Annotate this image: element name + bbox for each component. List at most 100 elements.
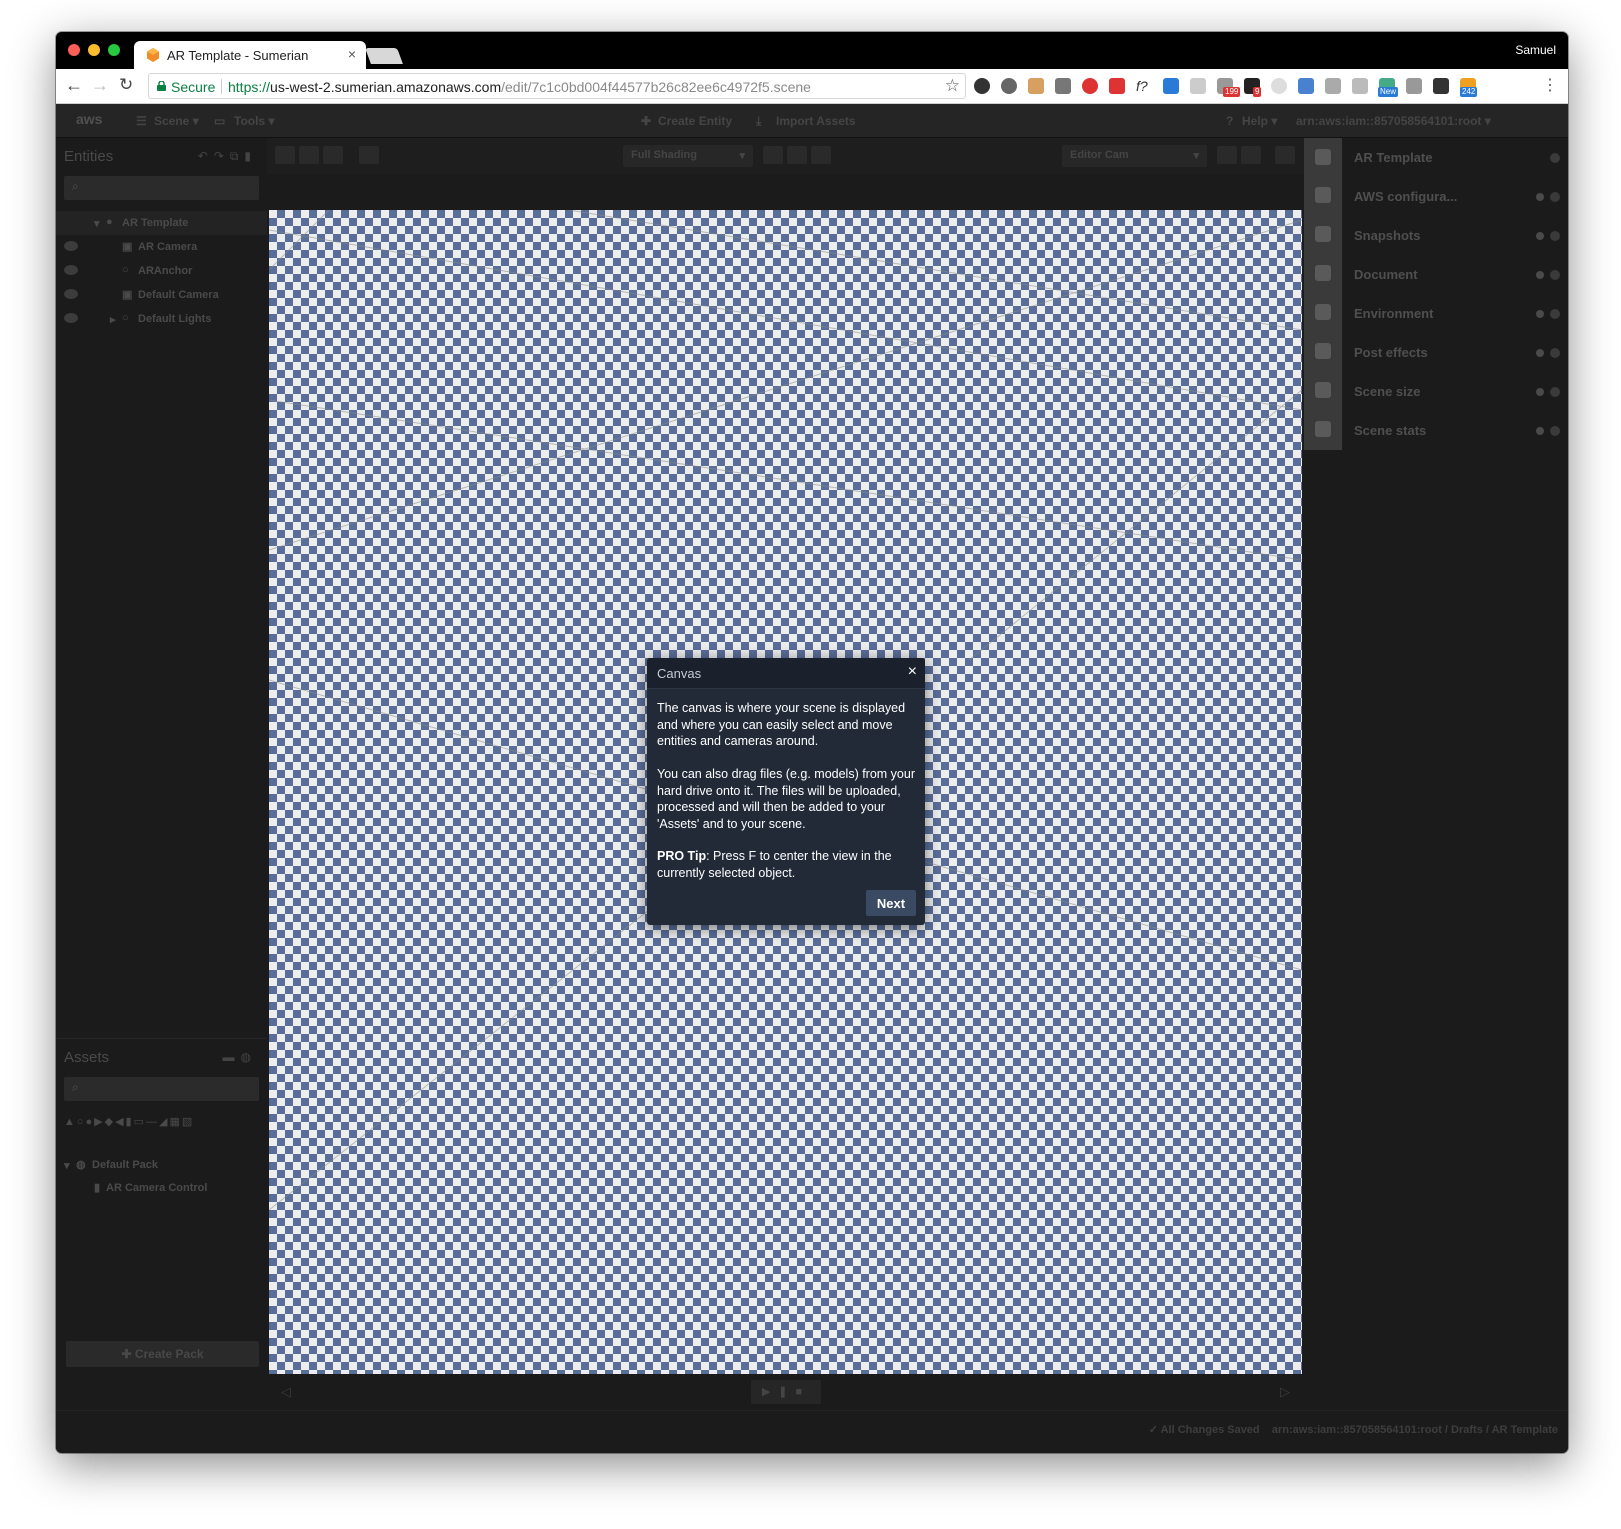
extension-icon[interactable] — [1271, 78, 1287, 94]
extension-icon[interactable] — [1082, 78, 1098, 94]
next-button[interactable]: Next — [866, 890, 916, 916]
extension-icon[interactable] — [1325, 78, 1341, 94]
visibility-eye-icon[interactable] — [64, 289, 78, 299]
tree-item-default-camera[interactable]: ▣ Default Camera — [56, 283, 267, 307]
help-icon[interactable] — [1550, 387, 1560, 397]
visibility-eye-icon[interactable] — [64, 241, 78, 251]
wireframe-button[interactable] — [811, 146, 831, 164]
extension-icon[interactable] — [1163, 78, 1179, 94]
collapse-right-icon[interactable]: ▷ — [1280, 1384, 1290, 1400]
help-menu[interactable]: Help ▾ — [1242, 114, 1277, 128]
new-tab-button[interactable] — [365, 48, 403, 64]
extension-icon[interactable] — [1109, 78, 1125, 94]
toggle-icon[interactable] — [1536, 232, 1544, 240]
close-window-button[interactable] — [68, 44, 80, 56]
toggle-icon[interactable] — [1536, 427, 1544, 435]
scene-menu[interactable]: Scene ▾ — [154, 114, 199, 128]
browser-menu-icon[interactable]: ⋮ — [1542, 75, 1558, 95]
asset-actions-icon[interactable]: ▬◍ — [223, 1050, 257, 1064]
inspector-item[interactable]: AR Template — [1342, 138, 1568, 176]
grid-toggle-button[interactable] — [787, 146, 807, 164]
help-icon[interactable] — [1550, 426, 1560, 436]
account-menu[interactable]: arn:aws:iam::857058564101:root ▾ — [1296, 114, 1491, 128]
extension-icon[interactable] — [1055, 78, 1071, 94]
tools-icon[interactable]: ▭ — [214, 114, 225, 128]
document-icon[interactable] — [1315, 265, 1331, 281]
tree-item-ar-template[interactable]: ▾ ● AR Template — [56, 211, 267, 235]
camera-select[interactable]: Editor Cam ▾ — [1062, 145, 1207, 167]
help-icon[interactable] — [1550, 309, 1560, 319]
scene-settings-icon[interactable] — [1315, 149, 1331, 165]
toggle-icon[interactable] — [1536, 349, 1544, 357]
chevron-down-icon[interactable]: ▾ — [64, 1159, 70, 1172]
chevron-down-icon[interactable]: ▾ — [94, 217, 100, 230]
extension-icon[interactable] — [1001, 78, 1017, 94]
fullscreen-button[interactable] — [1275, 146, 1295, 164]
extension-icon[interactable] — [1028, 78, 1044, 94]
extension-icon[interactable] — [1352, 78, 1368, 94]
extension-icon[interactable] — [1190, 78, 1206, 94]
bookmark-star-icon[interactable]: ☆ — [945, 76, 960, 96]
toggle-icon[interactable] — [1536, 388, 1544, 396]
snap-tool-button[interactable] — [359, 146, 379, 164]
help-icon[interactable] — [1550, 153, 1560, 163]
tree-item-ar-camera[interactable]: ▣ AR Camera — [56, 235, 267, 259]
aws-config-icon[interactable] — [1315, 187, 1331, 203]
toggle-icon[interactable] — [1536, 271, 1544, 279]
entity-actions-icon[interactable]: ↶↷⧉▮ — [198, 149, 257, 164]
layout-button[interactable] — [1241, 146, 1261, 164]
view-option-button[interactable] — [763, 146, 783, 164]
split-view-button[interactable] — [1217, 146, 1237, 164]
collapse-left-icon[interactable]: ◁ — [281, 1384, 291, 1400]
extension-icon[interactable] — [974, 78, 990, 94]
extension-icon[interactable] — [1298, 78, 1314, 94]
help-icon[interactable] — [1550, 192, 1560, 202]
tools-menu[interactable]: Tools ▾ — [234, 114, 274, 128]
play-pause-stop-controls[interactable]: ▶❚■ — [751, 1380, 821, 1404]
scene-canvas[interactable]: Canvas × The canvas is where your scene … — [269, 210, 1302, 1374]
chevron-right-icon[interactable]: ▸ — [110, 313, 116, 326]
extension-icon[interactable] — [1433, 78, 1449, 94]
menu-icon[interactable]: ☰ — [136, 114, 147, 128]
asset-type-filter-icons[interactable]: ▲○●▶◆◀▮▭—◢▦▧ — [64, 1115, 259, 1133]
extension-icon[interactable] — [1406, 78, 1422, 94]
back-arrow-icon[interactable]: ← — [65, 75, 83, 96]
scene-size-icon[interactable] — [1315, 382, 1331, 398]
post-effects-icon[interactable] — [1315, 343, 1331, 359]
move-tool-button[interactable] — [275, 146, 295, 164]
tree-item-aranchor[interactable]: ○ ARAnchor — [56, 259, 267, 283]
inspector-item[interactable]: Scene stats — [1342, 411, 1568, 449]
help-icon[interactable] — [1550, 348, 1560, 358]
browser-tab[interactable]: AR Template - Sumerian × — [134, 41, 366, 69]
inspector-item[interactable]: Post effects — [1342, 333, 1568, 371]
shading-select[interactable]: Full Shading ▾ — [623, 145, 753, 167]
reload-icon[interactable]: ↻ — [119, 75, 133, 95]
visibility-eye-icon[interactable] — [64, 313, 78, 323]
tree-item-default-pack[interactable]: ▾ ◍ Default Pack — [56, 1153, 267, 1177]
scene-stats-icon[interactable] — [1315, 421, 1331, 437]
tab-close-icon[interactable]: × — [348, 46, 356, 62]
address-bar[interactable]: Secure https://us-west-2.sumerian.amazon… — [148, 73, 966, 99]
close-icon[interactable]: × — [908, 664, 917, 680]
tree-item-ar-camera-control[interactable]: ▮ AR Camera Control — [56, 1176, 267, 1200]
maximize-window-button[interactable] — [108, 44, 120, 56]
minimize-window-button[interactable] — [88, 44, 100, 56]
inspector-item[interactable]: Snapshots — [1342, 216, 1568, 254]
create-pack-button[interactable]: ✚ Create Pack — [66, 1341, 259, 1367]
snapshot-icon[interactable] — [1315, 226, 1331, 242]
inspector-item[interactable]: Document — [1342, 255, 1568, 293]
profile-name[interactable]: Samuel — [1515, 43, 1556, 57]
scene-path-breadcrumb[interactable]: arn:aws:iam::857058564101:root / Drafts … — [1272, 1424, 1558, 1436]
entities-search-input[interactable]: ⌕ — [64, 176, 259, 200]
tree-item-default-lights[interactable]: ▸ ○ Default Lights — [56, 307, 267, 331]
help-icon[interactable] — [1550, 231, 1560, 241]
assets-search-input[interactable]: ⌕ — [64, 1077, 259, 1101]
rotate-tool-button[interactable] — [299, 146, 319, 164]
visibility-eye-icon[interactable] — [64, 265, 78, 275]
help-icon[interactable] — [1550, 270, 1560, 280]
scale-tool-button[interactable] — [323, 146, 343, 164]
forward-arrow-icon[interactable]: → — [91, 75, 109, 96]
extension-icon[interactable]: f? — [1136, 78, 1152, 94]
create-entity-button[interactable]: Create Entity — [658, 114, 732, 128]
environment-icon[interactable] — [1315, 304, 1331, 320]
